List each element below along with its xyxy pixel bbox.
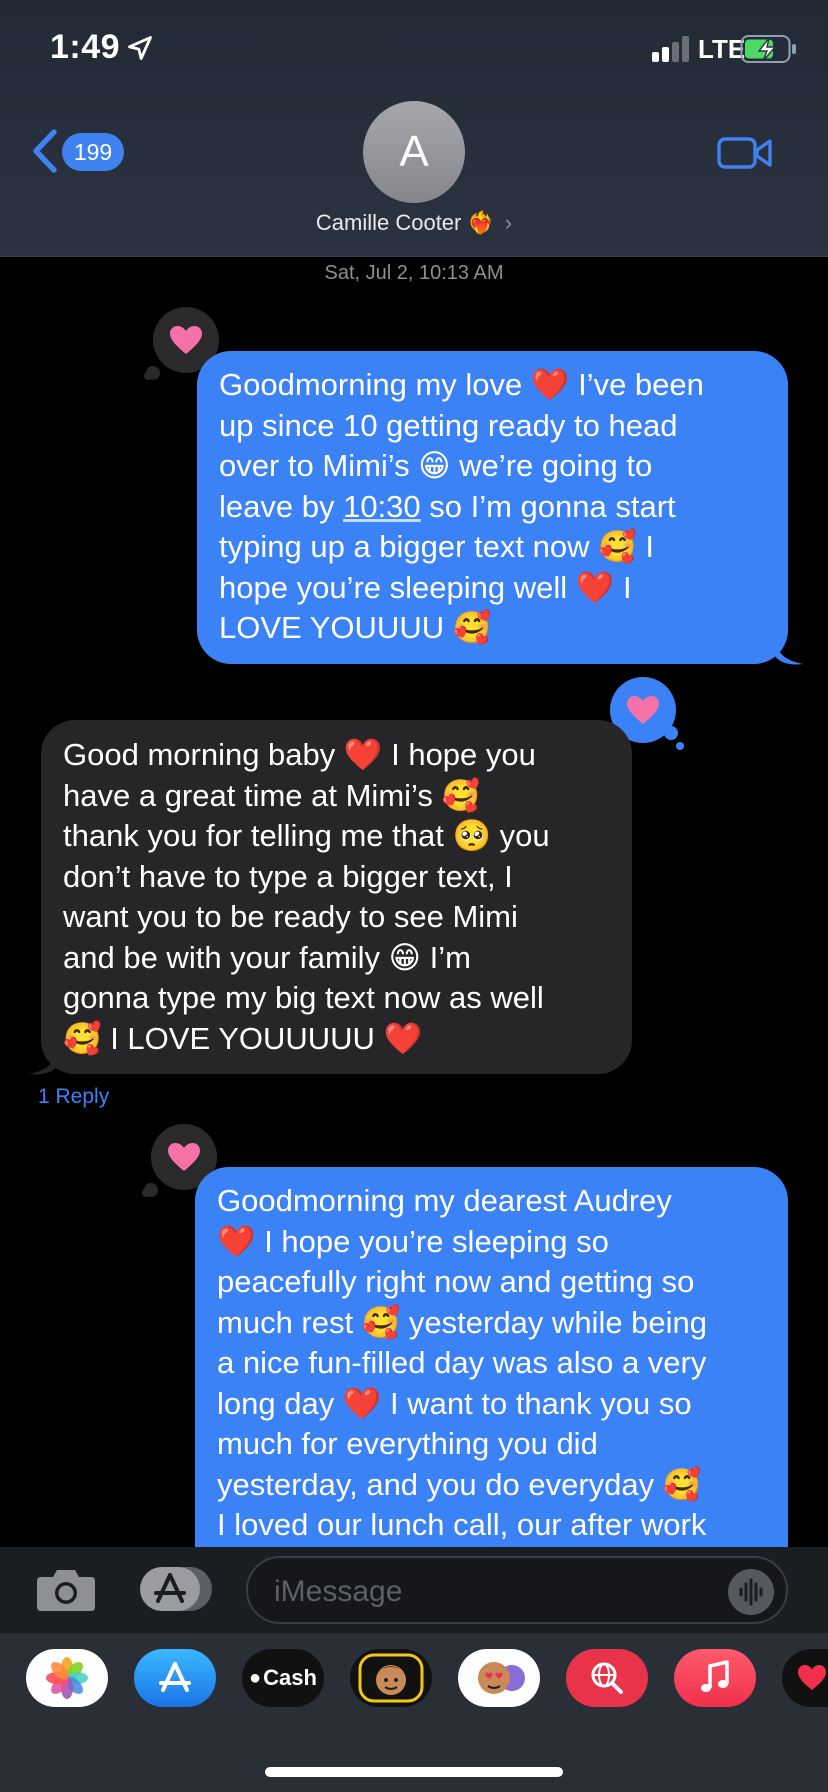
message-line: 🥰 I LOVE YOUUUUU ❤️ (63, 1020, 423, 1056)
photos-icon (46, 1657, 88, 1699)
heart-icon (168, 1143, 200, 1171)
apple-cash-app-button[interactable]: ● Cash (242, 1649, 324, 1707)
message-line: long day ❤️ I want to thank you so (217, 1385, 692, 1421)
contact-name-row[interactable]: Camille Cooter ❤️‍🔥 › (0, 210, 828, 236)
cellular-signal-icon (652, 36, 689, 62)
app-store-app-button[interactable] (134, 1649, 216, 1707)
message-line: Goodmorning my dearest Audrey (217, 1183, 672, 1218)
message-bubble-outgoing[interactable]: Goodmorning my dearest Audrey ❤️ I hope … (195, 1167, 788, 1567)
memoji-stickers-icon (478, 1662, 525, 1694)
message-line: gonna type my big text now as well (63, 980, 544, 1015)
message-line: want you to be ready to see Mimi (63, 899, 518, 934)
message-line: don’t have to type a bigger text, I (63, 858, 513, 894)
imessage-input[interactable]: iMessage (246, 1556, 788, 1624)
message-timestamp: Sat, Jul 2, 10:13 AM (324, 262, 504, 284)
tapback-dot (142, 1189, 150, 1197)
time-link[interactable]: 10:30 (343, 489, 421, 524)
digital-touch-app-button[interactable] (782, 1649, 828, 1707)
heart-icon (627, 696, 659, 724)
message-line: I loved our lunch call, our after work (217, 1507, 707, 1542)
message-line: much rest 🥰 yesterday while being (217, 1304, 708, 1340)
thread-reply-link[interactable]: 1 Reply (38, 1085, 109, 1109)
contact-avatar[interactable]: A (363, 101, 465, 203)
message-line: Good morning baby ❤️ I hope you (63, 737, 536, 772)
memoji-icon (358, 1653, 424, 1703)
back-unread-count[interactable]: 199 (62, 133, 124, 171)
avatar-initial: A (399, 127, 429, 176)
network-type: LTE (698, 34, 746, 64)
heart-icon (170, 326, 202, 354)
message-line: over to Mimi’s 😁 we’re going to (219, 448, 653, 483)
cash-label: Cash (263, 1665, 317, 1690)
status-time: 1:49 (50, 28, 121, 66)
message-line: typing up a bigger text now 🥰 I (219, 529, 654, 564)
tapback-dot (664, 726, 678, 740)
app-store-icon[interactable] (138, 1565, 214, 1613)
imessage-app-drawer: ● Cash (0, 1633, 828, 1792)
message-line: yesterday, and you do everyday 🥰 (217, 1466, 702, 1502)
input-placeholder: iMessage (274, 1575, 403, 1608)
message-line: have a great time at Mimi’s 🥰 (63, 777, 481, 813)
location-arrow-icon (128, 36, 152, 60)
memoji-app-button[interactable] (350, 1649, 432, 1707)
message-bubble-outgoing[interactable]: Goodmorning my love ❤️ I’ve been up sinc… (197, 351, 788, 664)
tapback-dot (676, 742, 684, 750)
home-indicator[interactable] (265, 1767, 563, 1777)
message-line: leave by 10:30 so I’m gonna start (219, 487, 766, 528)
message-line: thank you for telling me that 🥺 you (63, 818, 550, 853)
contact-name: Camille Cooter (315, 210, 462, 235)
message-line: ❤️ I hope you’re sleeping so (217, 1223, 609, 1259)
app-store-icon (159, 1662, 191, 1692)
apple-logo-icon: ● (249, 1666, 262, 1689)
battery-charging-icon (740, 35, 796, 63)
music-app-button[interactable] (674, 1649, 756, 1707)
message-line: Goodmorning my love ❤️ I’ve been (219, 367, 704, 402)
memoji-stickers-app-button[interactable] (458, 1649, 540, 1707)
message-line: up since 10 getting ready to head (219, 407, 678, 443)
message-line: much for everything you did (217, 1426, 598, 1461)
back-chevron-icon[interactable] (30, 128, 60, 174)
image-search-app-button[interactable] (566, 1649, 648, 1707)
heart-icon (798, 1665, 826, 1690)
bubble-tail (775, 638, 803, 665)
message-text: leave by (219, 488, 344, 524)
conversation-header: 1:49 LTE 199 A Camille Cooter ❤️‍🔥 › (0, 0, 828, 257)
chevron-right-icon: › (504, 210, 513, 235)
message-bubble-incoming[interactable]: Good morning baby ❤️ I hope you have a g… (41, 720, 632, 1074)
contact-emoji: ❤️‍🔥 (467, 210, 495, 235)
tapback-dot (144, 372, 152, 380)
globe-search-icon (591, 1662, 623, 1694)
bubble-tail (29, 1048, 57, 1075)
message-line: a nice fun-filled day was also a very (217, 1345, 707, 1380)
facetime-video-icon[interactable] (717, 136, 773, 170)
message-line: hope you’re sleeping well ❤️ I (219, 569, 632, 605)
message-text: so I’m gonna start (420, 488, 676, 524)
message-line: and be with your family 😁 I’m (63, 939, 471, 975)
message-line: LOVE YOUUUU 🥰 (219, 610, 492, 645)
waveform-icon (739, 1578, 763, 1606)
message-composer: iMessage (0, 1547, 828, 1633)
camera-icon[interactable] (35, 1565, 97, 1613)
photos-app-button[interactable] (26, 1649, 108, 1707)
music-note-icon (701, 1660, 729, 1692)
audio-message-button[interactable] (728, 1569, 774, 1615)
message-line: peacefully right now and getting so (217, 1264, 695, 1299)
